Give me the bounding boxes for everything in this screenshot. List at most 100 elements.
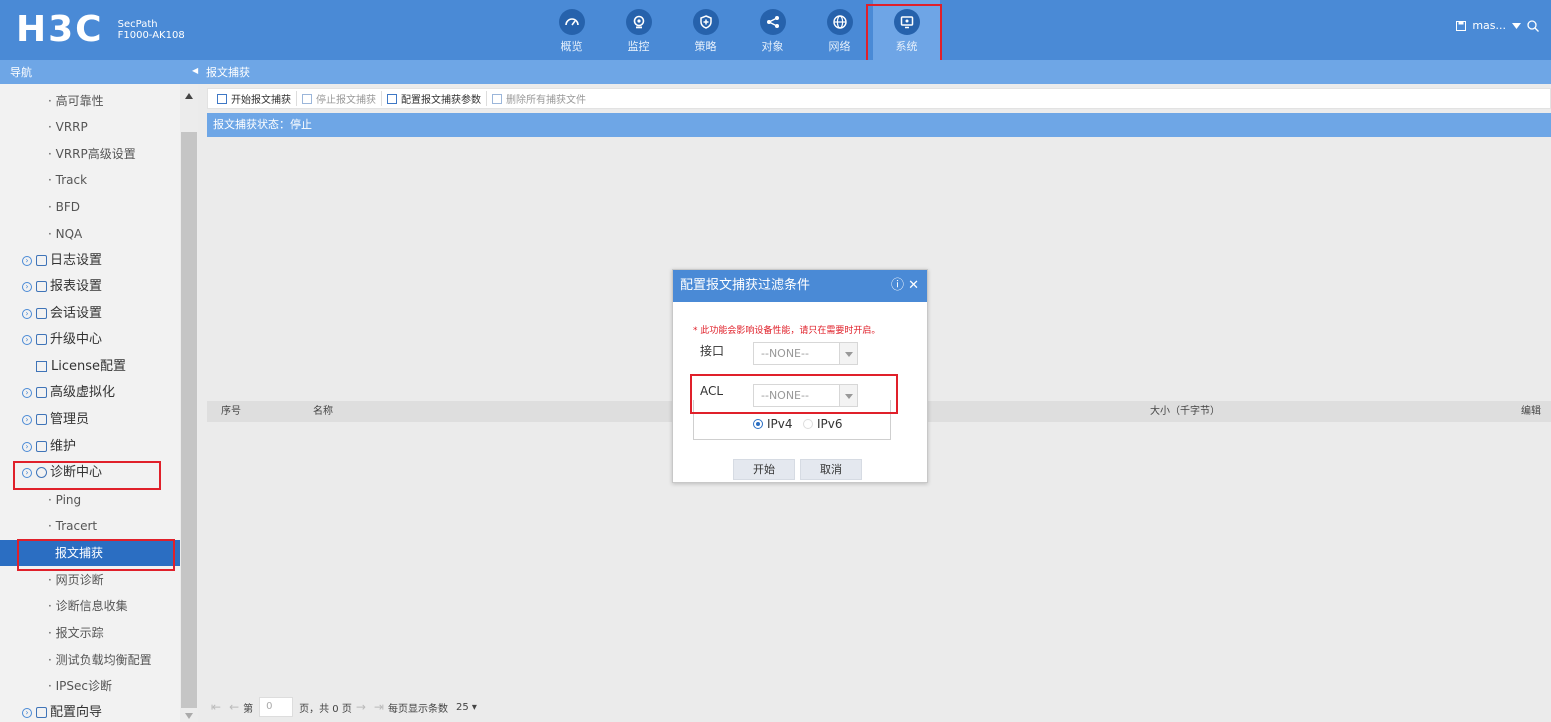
- interface-label: 接口: [700, 344, 725, 358]
- start-button[interactable]: 开始: [733, 459, 795, 480]
- capture-status: 报文捕获状态：停止: [207, 113, 1551, 137]
- expand-icon[interactable]: ›: [22, 308, 32, 319]
- help-icon[interactable]: ⓘ: [891, 278, 904, 293]
- column-header-edit[interactable]: 编辑: [1521, 401, 1541, 422]
- sidebar-group-report-settings[interactable]: › 报表设置: [0, 274, 180, 300]
- sidebar-item-high-reliability[interactable]: · 高可靠性: [0, 88, 180, 114]
- nav-label: 概览: [560, 40, 583, 53]
- sidebar-item-label: 报表设置: [50, 279, 103, 294]
- sidebar-group-session-settings[interactable]: › 会话设置: [0, 301, 180, 327]
- logo-mark: H3C: [16, 9, 104, 50]
- nav-object[interactable]: 对象: [739, 0, 806, 60]
- sidebar-item-label: 配置向导: [50, 705, 103, 720]
- breadcrumb[interactable]: 报文捕获: [206, 64, 250, 80]
- sidebar-item-label: 高级虚拟化: [50, 385, 116, 400]
- radio-label: IPv4: [767, 417, 793, 431]
- sidebar-item-nqa[interactable]: · NQA: [0, 221, 180, 247]
- scroll-down-icon[interactable]: [185, 713, 193, 719]
- collapse-sidebar-icon[interactable]: ◀: [192, 66, 198, 75]
- sidebar-item-vrrp[interactable]: · VRRP: [0, 114, 180, 140]
- config-capture-icon: [387, 93, 397, 104]
- expand-icon[interactable]: ›: [22, 334, 32, 345]
- shield-icon: [692, 9, 719, 35]
- search-icon[interactable]: [1527, 19, 1539, 32]
- sidebar-item-ping[interactable]: · Ping: [0, 487, 180, 513]
- save-icon[interactable]: [1456, 20, 1467, 31]
- sidebar-item-lb-test-config[interactable]: · 测试负载均衡配置: [0, 647, 180, 673]
- sidebar-item-ipsec-diagnosis[interactable]: · IPSec诊断: [0, 673, 180, 699]
- interface-select-value: --NONE--: [761, 347, 809, 360]
- delete-capture-files-button[interactable]: 删除所有捕获文件: [487, 91, 591, 106]
- start-capture-icon: [217, 93, 227, 104]
- scroll-up-icon[interactable]: [185, 93, 193, 99]
- page-number-input[interactable]: 0: [259, 697, 294, 717]
- per-page-select[interactable]: 25 ▾: [456, 702, 477, 713]
- expand-icon[interactable]: ›: [22, 441, 32, 452]
- expand-icon[interactable]: ›: [22, 255, 32, 266]
- ipv6-radio[interactable]: IPv6: [803, 417, 843, 431]
- nav-network[interactable]: 网络: [806, 0, 873, 60]
- highlight-box-diagnostic-center: [13, 461, 161, 490]
- user-menu[interactable]: mas...: [1456, 19, 1539, 32]
- highlight-box-packet-capture: [17, 539, 175, 571]
- interface-select[interactable]: --NONE--: [753, 342, 858, 365]
- nav-overview[interactable]: 概览: [538, 0, 605, 60]
- session-icon: [36, 308, 47, 319]
- sidebar: · 高可靠性 · VRRP · VRRP高级设置 · Track · BFD ·…: [0, 84, 180, 722]
- upgrade-icon: [36, 334, 47, 345]
- brand-logo: H3C SecPath F1000-AK108: [16, 9, 185, 50]
- nav-monitor[interactable]: 监控: [605, 0, 672, 60]
- sidebar-item-packet-trace[interactable]: · 报文示踪: [0, 620, 180, 646]
- prev-page-icon[interactable]: ←: [229, 700, 239, 714]
- sidebar-item-tracert[interactable]: · Tracert: [0, 513, 180, 539]
- caret-down-icon[interactable]: [1512, 22, 1521, 29]
- nav-label: 策略: [694, 40, 717, 53]
- sidebar-group-upgrade-center[interactable]: › 升级中心: [0, 327, 180, 353]
- sidebar-item-license[interactable]: License配置: [0, 354, 180, 380]
- sidebar-item-label: 维护: [50, 439, 77, 454]
- top-header: H3C SecPath F1000-AK108 概览 监控 策略 对象 网络 系…: [0, 0, 1551, 60]
- sidebar-item-bfd[interactable]: · BFD: [0, 194, 180, 220]
- sidebar-item-track[interactable]: · Track: [0, 167, 180, 193]
- sidebar-group-log-settings[interactable]: › 日志设置: [0, 248, 180, 274]
- start-capture-button[interactable]: 开始报文捕获: [212, 91, 297, 106]
- last-page-icon[interactable]: ⇥: [374, 700, 384, 714]
- expand-icon[interactable]: ›: [22, 387, 32, 398]
- sidebar-group-maintenance[interactable]: › 维护: [0, 434, 180, 460]
- radio-label: IPv6: [817, 417, 843, 431]
- cancel-button[interactable]: 取消: [800, 459, 862, 480]
- expand-icon[interactable]: ›: [22, 281, 32, 292]
- sidebar-item-label: 管理员: [50, 412, 90, 427]
- username-text[interactable]: mas...: [1472, 19, 1506, 32]
- trash-icon: [492, 93, 502, 104]
- sidebar-item-diag-info-collection[interactable]: · 诊断信息收集: [0, 593, 180, 619]
- sidebar-group-config-wizard[interactable]: › 配置向导: [0, 700, 180, 722]
- close-icon[interactable]: ✕: [908, 278, 919, 293]
- column-header-name[interactable]: 名称: [313, 401, 333, 422]
- column-header-size[interactable]: 大小（千字节）: [1150, 401, 1220, 422]
- nav-policy[interactable]: 策略: [672, 0, 739, 60]
- sidebar-item-label: 升级中心: [50, 332, 103, 347]
- first-page-icon[interactable]: ⇤: [211, 700, 221, 714]
- sidebar-group-advanced-virtualization[interactable]: › 高级虚拟化: [0, 380, 180, 406]
- config-capture-params-button[interactable]: 配置报文捕获参数: [382, 91, 487, 106]
- stop-capture-button[interactable]: 停止报文捕获: [297, 91, 382, 106]
- radio-selected-icon[interactable]: [753, 419, 763, 429]
- chevron-down-icon[interactable]: [839, 343, 857, 364]
- next-page-icon[interactable]: →: [356, 700, 366, 714]
- users-icon: [36, 414, 47, 425]
- per-page-label: 每页显示条数: [387, 703, 448, 715]
- sidebar-group-administrators[interactable]: › 管理员: [0, 407, 180, 433]
- expand-icon[interactable]: ›: [22, 707, 32, 718]
- sidebar-item-vrrp-advanced[interactable]: · VRRP高级设置: [0, 141, 180, 167]
- column-header-index[interactable]: 序号: [221, 401, 241, 422]
- radio-unselected-icon[interactable]: [803, 419, 813, 429]
- highlight-box-acl: [690, 374, 898, 414]
- log-icon: [36, 255, 47, 266]
- ipv4-radio[interactable]: IPv4: [753, 417, 793, 431]
- expand-icon[interactable]: ›: [22, 414, 32, 425]
- tools-icon: [36, 441, 47, 452]
- dialog-title: 配置报文捕获过滤条件: [680, 278, 811, 293]
- sidebar-scroll-thumb[interactable]: [181, 132, 197, 708]
- product-line-text: SecPath: [117, 19, 158, 30]
